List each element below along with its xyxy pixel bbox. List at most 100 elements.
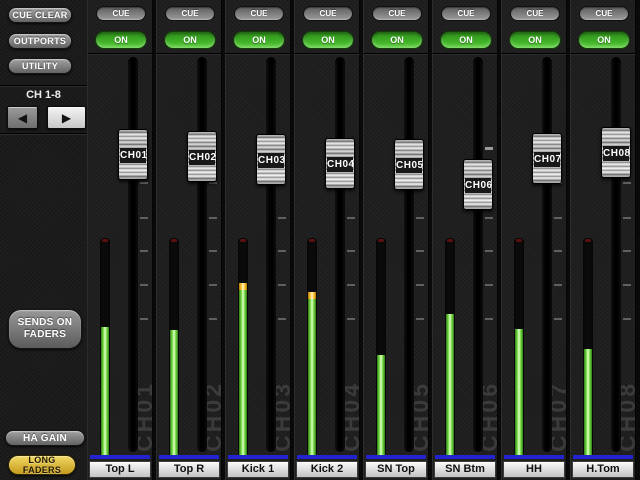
ha-gain-button[interactable]: HA GAIN (5, 430, 85, 446)
fader-scale-tick (623, 284, 631, 286)
fader-scale-tick (554, 250, 562, 252)
bank-next-button[interactable]: ▶ (47, 106, 86, 129)
fader-scale-tick (140, 318, 148, 320)
cue-clear-button[interactable]: CUE CLEAR (8, 7, 72, 23)
meter-fill (515, 329, 523, 455)
fader-handle[interactable]: CH01 (118, 129, 148, 180)
on-button[interactable]: ON (302, 31, 354, 49)
clip-indicator (516, 239, 522, 242)
meter-fill (584, 349, 592, 455)
fader-handle[interactable]: CH04 (325, 138, 355, 189)
fader-scale-tick (140, 217, 148, 219)
channel-name-label[interactable]: Top L (89, 461, 151, 478)
channel-name-label[interactable]: SN Top (365, 461, 427, 478)
clip-indicator (378, 239, 384, 242)
cue-button[interactable]: CUE (303, 6, 353, 21)
fader-scale-tick (416, 217, 424, 219)
fader-handle-label: CH08 (603, 146, 631, 161)
on-button[interactable]: ON (164, 31, 216, 49)
sidebar: CUE CLEAR OUTPORTS UTILITY CH 1-8 ◀ ▶ SE… (0, 0, 88, 480)
strip-divider (432, 53, 498, 54)
meter-fill (170, 330, 178, 455)
strip-divider (570, 53, 636, 54)
fader-track[interactable] (128, 57, 138, 452)
fader-scale-tick (209, 217, 217, 219)
on-button[interactable]: ON (95, 31, 147, 49)
fader-scale-tick (347, 250, 355, 252)
meter-fill (377, 355, 385, 455)
sends-on-faders-button[interactable]: SENDS ON FADERS (8, 309, 82, 349)
clip-indicator (309, 239, 315, 242)
channel-color-bar (366, 455, 426, 459)
fader-handle[interactable]: CH05 (394, 139, 424, 190)
fader-handle[interactable]: CH06 (463, 159, 493, 210)
fader-track[interactable] (473, 57, 483, 452)
fader-scale-tick (278, 284, 286, 286)
fader-handle[interactable]: CH07 (532, 133, 562, 184)
cue-button[interactable]: CUE (165, 6, 215, 21)
cue-button[interactable]: CUE (96, 6, 146, 21)
strip-divider (501, 53, 567, 54)
strip-divider (363, 53, 429, 54)
meter-peak-fill (308, 292, 316, 299)
fader-track[interactable] (197, 57, 207, 452)
fader-scale-tick (416, 318, 424, 320)
long-faders-button[interactable]: LONG FADERS (8, 455, 76, 475)
on-button[interactable]: ON (440, 31, 492, 49)
fader-scale-tick (623, 318, 631, 320)
channel-name-label[interactable]: Top R (158, 461, 220, 478)
channel-name-label[interactable]: Kick 1 (227, 461, 289, 478)
clip-indicator (102, 239, 108, 242)
fader-scale-tick (278, 217, 286, 219)
channel-name-label[interactable]: SN Btm (434, 461, 496, 478)
fader-track[interactable] (335, 57, 345, 452)
channel-strip: CUE ON CH04 CH04 Kick 2 (294, 0, 360, 480)
level-meter (238, 238, 248, 455)
on-button[interactable]: ON (371, 31, 423, 49)
fader-scale-tick (416, 284, 424, 286)
fader-handle-label: CH05 (396, 158, 424, 173)
fader-scale-tick (209, 318, 217, 320)
fader-track[interactable] (611, 57, 621, 452)
sidebar-divider (0, 85, 87, 86)
cue-button[interactable]: CUE (372, 6, 422, 21)
fader-handle[interactable]: CH02 (187, 131, 217, 182)
utility-button[interactable]: UTILITY (8, 58, 72, 74)
strip-divider (156, 53, 222, 54)
fader-handle[interactable]: CH08 (601, 127, 631, 178)
cue-button[interactable]: CUE (234, 6, 284, 21)
fader-track[interactable] (266, 57, 276, 452)
fader-scale-tick (485, 147, 493, 150)
on-button[interactable]: ON (233, 31, 285, 49)
channel-name-label[interactable]: H.Tom (572, 461, 634, 478)
cue-button[interactable]: CUE (441, 6, 491, 21)
fader-track[interactable] (404, 57, 414, 452)
channel-color-bar (573, 455, 633, 459)
channel-strips: CUE ON CH01 CH01 Top L CUE ON CH02 CH02 (87, 0, 640, 480)
fader-handle[interactable]: CH03 (256, 134, 286, 185)
on-button[interactable]: ON (578, 31, 630, 49)
level-meter (514, 238, 524, 455)
fader-track[interactable] (542, 57, 552, 452)
channel-name-label[interactable]: HH (503, 461, 565, 478)
channel-strip: CUE ON CH06 CH06 SN Btm (432, 0, 498, 480)
on-button[interactable]: ON (509, 31, 561, 49)
clip-indicator (171, 239, 177, 242)
channel-color-bar (297, 455, 357, 459)
channel-color-bar (159, 455, 219, 459)
strip-divider (225, 53, 291, 54)
channel-name-label[interactable]: Kick 2 (296, 461, 358, 478)
level-meter (100, 238, 110, 455)
fader-handle-label: CH06 (465, 178, 493, 193)
fader-scale-tick (554, 284, 562, 286)
fader-handle-label: CH03 (258, 153, 286, 168)
cue-button[interactable]: CUE (579, 6, 629, 21)
outports-button[interactable]: OUTPORTS (8, 33, 72, 49)
meter-fill (239, 290, 247, 455)
meter-fill (101, 327, 109, 455)
fader-scale-tick (278, 250, 286, 252)
fader-scale-tick (140, 182, 148, 184)
bank-prev-button[interactable]: ◀ (7, 106, 38, 129)
cue-button[interactable]: CUE (510, 6, 560, 21)
fader-scale-tick (416, 250, 424, 252)
